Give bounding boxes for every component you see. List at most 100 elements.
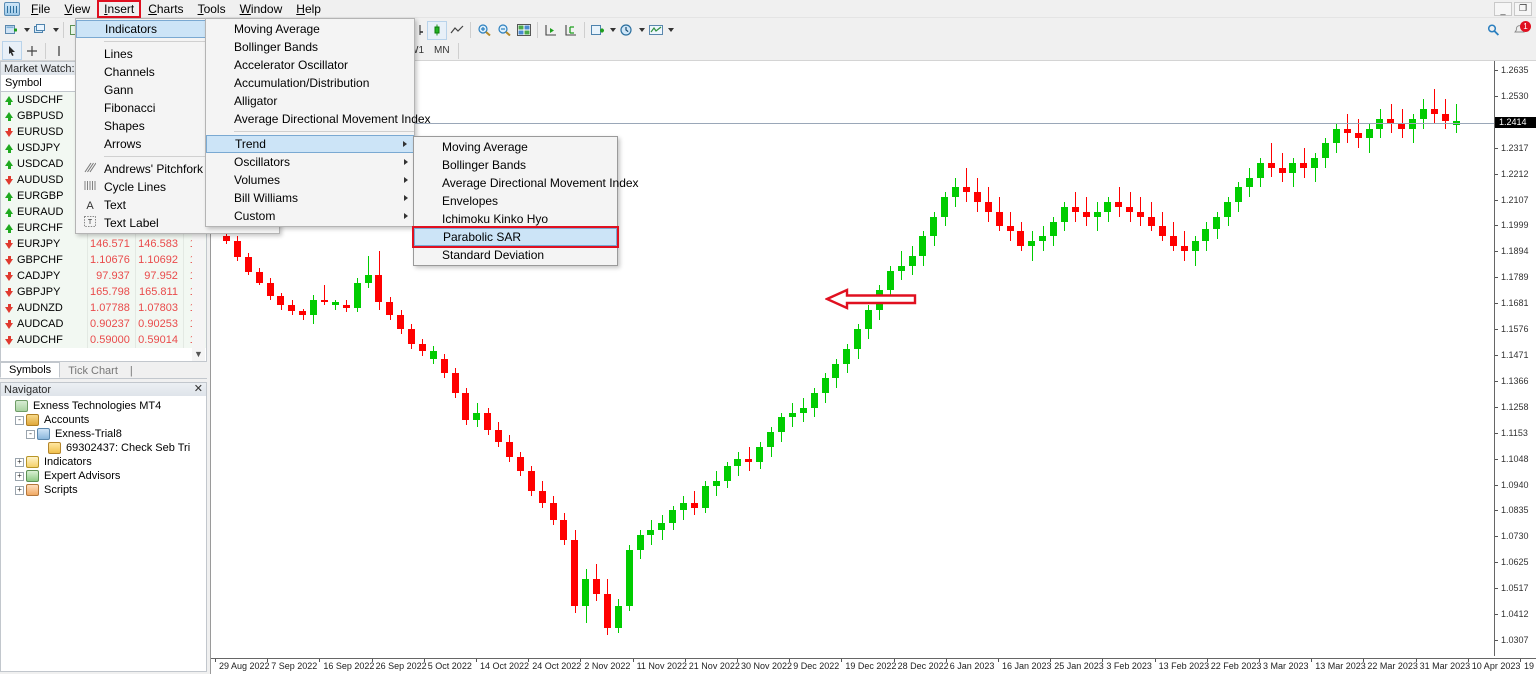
time-axis-tick-label: 13 Feb 2023 bbox=[1158, 661, 1210, 671]
menu-view[interactable]: View bbox=[57, 0, 97, 18]
menu-item-envelopes[interactable]: Envelopes bbox=[414, 192, 617, 210]
line-chart-icon[interactable] bbox=[447, 21, 467, 40]
candle-body bbox=[1322, 143, 1329, 158]
navigator-item-exness-trial8[interactable]: - Exness-Trial8 bbox=[4, 427, 206, 441]
minimize-button[interactable]: _ bbox=[1494, 1, 1512, 16]
trend-submenu-popup[interactable]: Moving Average Bollinger Bands Average Dir… bbox=[412, 136, 639, 266]
time-axis[interactable]: 29 Aug 2022 7 Sep 2022 16 Sep 2022 26 Sep 2… bbox=[211, 658, 1536, 674]
menu-charts[interactable]: Charts bbox=[141, 0, 190, 18]
collapse-toggle-icon[interactable]: - bbox=[15, 415, 24, 425]
candlestick-chart-icon[interactable] bbox=[427, 20, 447, 40]
time-axis-tick-mark bbox=[945, 659, 947, 662]
menu-item-parabolic-sar[interactable]: Parabolic SAR bbox=[412, 226, 619, 248]
navigator-item-indicators[interactable]: + Indicators bbox=[4, 455, 206, 469]
price-axis-tick: 1.0517 bbox=[1495, 583, 1536, 594]
templates-icon[interactable] bbox=[646, 21, 666, 40]
menu-item-oscillators[interactable]: Oscillators bbox=[206, 153, 414, 171]
menu-item-label: Average Directional Movement Index bbox=[442, 176, 639, 190]
indicators-dropdown-caret[interactable] bbox=[608, 21, 617, 40]
menu-tools[interactable]: Tools bbox=[191, 0, 233, 18]
menu-item-bollinger-bands[interactable]: Bollinger Bands bbox=[206, 38, 414, 56]
restore-button[interactable]: ❐ bbox=[1514, 1, 1532, 16]
tile-windows-icon[interactable] bbox=[514, 21, 534, 40]
menu-insert[interactable]: Insert bbox=[97, 0, 142, 18]
menu-item-label: Bollinger Bands bbox=[234, 40, 319, 54]
profiles-dropdown-caret[interactable] bbox=[51, 21, 60, 40]
candle-wick bbox=[1032, 231, 1033, 261]
zoom-out-icon[interactable] bbox=[494, 21, 514, 40]
menu-window[interactable]: Window bbox=[233, 0, 290, 18]
menu-item-average-directional-movement-index[interactable]: Average Directional Movement Index bbox=[206, 110, 431, 128]
price-tick-label: 1.0412 bbox=[1501, 609, 1529, 620]
expand-toggle-icon[interactable]: + bbox=[15, 485, 24, 495]
menu-file[interactable]: File bbox=[24, 0, 57, 18]
menu-item-moving-average[interactable]: Moving Average bbox=[206, 20, 414, 38]
auto-scroll-icon[interactable] bbox=[541, 21, 561, 40]
menu-item-bill-williams[interactable]: Bill Williams bbox=[206, 189, 414, 207]
chart-shift-icon[interactable] bbox=[561, 21, 581, 40]
market-watch-row[interactable]: AUDCAD0.902370.9025316 bbox=[1, 316, 206, 332]
menu-item-bollinger-bands[interactable]: Bollinger Bands bbox=[414, 156, 617, 174]
menu-item-volumes[interactable]: Volumes bbox=[206, 171, 414, 189]
period-dropdown-caret[interactable] bbox=[637, 21, 646, 40]
time-axis-tick-label: 26 Sep 2022 bbox=[375, 661, 427, 671]
menu-item-alligator[interactable]: Alligator bbox=[206, 92, 414, 110]
navigator-item-accounts[interactable]: - Accounts bbox=[4, 413, 206, 427]
market-watch-row[interactable]: AUDNZD1.077881.0780315 bbox=[1, 300, 206, 316]
symbol-name: GBPUSD bbox=[17, 110, 64, 122]
alert-bell-icon[interactable]: 1 bbox=[1510, 20, 1531, 40]
menu-item-icon-slot: A bbox=[76, 198, 104, 212]
period-icon[interactable] bbox=[617, 21, 637, 40]
profiles-icon[interactable] bbox=[31, 21, 51, 40]
navigator-item-scripts[interactable]: + Scripts bbox=[4, 483, 206, 497]
navigator-item-exness-technologies-mt4[interactable]: Exness Technologies MT4 bbox=[4, 399, 206, 413]
menu-item-custom[interactable]: Custom bbox=[206, 207, 414, 225]
chevron-down-icon[interactable]: ▼ bbox=[192, 347, 205, 361]
candle-body bbox=[1028, 241, 1035, 247]
price-axis[interactable]: 1.2635 1.2530 1.2317 1.2212 1.2107 1.1999 1.18… bbox=[1494, 61, 1536, 656]
time-axis-tick-label: 9 Dec 2022 bbox=[793, 661, 840, 671]
search-icon[interactable] bbox=[1484, 21, 1504, 40]
candle-body bbox=[343, 304, 350, 309]
indicators-submenu-popup[interactable]: Moving Average Bollinger Bands Accelerator… bbox=[205, 18, 431, 227]
crosshair-icon[interactable] bbox=[22, 41, 42, 60]
expand-toggle-icon[interactable]: + bbox=[15, 471, 24, 481]
market-watch-row[interactable]: GBPJPY165.798165.81113 bbox=[1, 284, 206, 300]
menu-item-standard-deviation[interactable]: Standard Deviation bbox=[414, 246, 617, 264]
menu-item-ichimoku-kinko-hyo[interactable]: Ichimoku Kinko Hyo bbox=[414, 210, 617, 228]
expand-toggle-icon[interactable]: + bbox=[15, 457, 24, 467]
menu-item-average-directional-movement-index[interactable]: Average Directional Movement Index bbox=[414, 174, 639, 192]
collapse-toggle-icon[interactable]: - bbox=[26, 429, 35, 439]
timeframe-mn[interactable]: MN bbox=[429, 43, 455, 58]
indicators-icon[interactable] bbox=[588, 21, 608, 40]
menu-help[interactable]: Help bbox=[289, 0, 328, 18]
vertical-line-icon[interactable] bbox=[49, 41, 69, 60]
menu-item-accelerator-oscillator[interactable]: Accelerator Oscillator bbox=[206, 56, 414, 74]
time-axis-tick-mark bbox=[267, 659, 269, 662]
navigator-item-69302437-check-seb-tri[interactable]: 69302437: Check Seb Tri bbox=[4, 441, 206, 455]
market-watch-row[interactable]: EURJPY146.571146.58312 bbox=[1, 236, 206, 252]
navigator-tree[interactable]: Exness Technologies MT4- Accounts - Exness-… bbox=[0, 396, 207, 672]
new-chart-dropdown-caret[interactable] bbox=[22, 21, 31, 40]
accounts-icon bbox=[26, 414, 39, 426]
tab-tick-chart[interactable]: Tick Chart bbox=[60, 364, 126, 378]
zoom-in-icon[interactable] bbox=[474, 21, 494, 40]
tab-symbols[interactable]: Symbols bbox=[0, 362, 61, 378]
navigator-item-expert-advisors[interactable]: + Expert Advisors bbox=[4, 469, 206, 483]
menu-item-trend[interactable]: Trend bbox=[206, 135, 414, 153]
new-chart-icon[interactable] bbox=[2, 21, 22, 40]
candle-body bbox=[419, 344, 426, 352]
market-watch-row[interactable]: AUDCHF0.590000.5901414 bbox=[1, 332, 206, 348]
menu-item-accumulation-distribution[interactable]: Accumulation/Distribution bbox=[206, 74, 414, 92]
time-axis-tick-label: 22 Feb 2023 bbox=[1210, 661, 1262, 671]
menu-item-moving-average[interactable]: Moving Average bbox=[414, 138, 617, 156]
close-icon[interactable]: ✕ bbox=[194, 383, 203, 396]
market-watch-row[interactable]: CADJPY97.93797.95215 bbox=[1, 268, 206, 284]
market-watch-row[interactable]: GBPCHF1.106761.1069216 bbox=[1, 252, 206, 268]
expert-advisors-icon bbox=[26, 470, 39, 482]
templates-dropdown-caret[interactable] bbox=[666, 21, 675, 40]
cursor-icon[interactable] bbox=[2, 41, 22, 60]
candle-body bbox=[1094, 211, 1101, 217]
navigator-item-label: Scripts bbox=[44, 484, 78, 496]
candle-body bbox=[767, 432, 774, 447]
